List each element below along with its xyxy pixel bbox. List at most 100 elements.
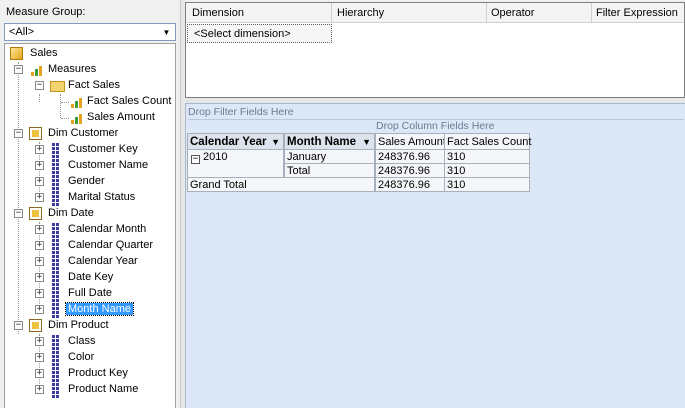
data-cell: 310: [444, 177, 530, 192]
tree-node-customer-name[interactable]: + Customer Name: [5, 158, 175, 174]
row-field-calendar-year[interactable]: Calendar Year ▼: [187, 133, 284, 150]
filter-grid: Dimension Hierarchy Operator Filter Expr…: [185, 2, 685, 98]
collapse-icon[interactable]: −: [35, 81, 44, 90]
tree-node-calendar-month[interactable]: + Calendar Month: [5, 222, 175, 238]
collapse-icon[interactable]: −: [191, 155, 200, 164]
tree-label: Gender: [68, 175, 105, 187]
row-member-label: 2010: [203, 151, 228, 163]
tree-node-full-date[interactable]: + Full Date: [5, 286, 175, 302]
tree-node-class[interactable]: + Class: [5, 334, 175, 350]
tree-node-date-key[interactable]: + Date Key: [5, 270, 175, 286]
metadata-tree: Sales − Measures − Fact Sales Fact Sales…: [4, 43, 176, 408]
bar-chart-icon: [69, 110, 85, 126]
expand-icon[interactable]: +: [35, 145, 44, 154]
row-field-month-name[interactable]: Month Name ▼: [284, 133, 375, 150]
expand-icon[interactable]: +: [35, 225, 44, 234]
chevron-down-icon[interactable]: ▼: [159, 25, 174, 39]
tree-node-marital-status[interactable]: + Marital Status: [5, 190, 175, 206]
tree-node-month-name[interactable]: + Month Name: [5, 302, 175, 318]
attribute-hierarchy-icon: [50, 174, 66, 190]
tree-label: Calendar Month: [68, 223, 147, 235]
metadata-pane: Measure Group: <All> ▼ Sales − Measures: [0, 0, 180, 408]
collapse-icon[interactable]: −: [14, 321, 23, 330]
column-header-operator[interactable]: Operator: [491, 7, 534, 19]
tree-node-calendar-year[interactable]: + Calendar Year: [5, 254, 175, 270]
dimension-icon: [29, 319, 42, 332]
expand-icon[interactable]: +: [35, 241, 44, 250]
bar-chart-icon: [69, 94, 85, 110]
expand-icon[interactable]: +: [35, 273, 44, 282]
measure-header-sales-amount[interactable]: Sales Amount: [375, 133, 446, 150]
select-dimension-text: <Select dimension>: [194, 28, 291, 40]
tree-node-calendar-quarter[interactable]: + Calendar Quarter: [5, 238, 175, 254]
row-field-label: Calendar Year: [190, 136, 267, 148]
expand-icon[interactable]: +: [35, 193, 44, 202]
folder-icon: [50, 81, 65, 92]
tree-node-sales-amount[interactable]: Sales Amount: [5, 110, 175, 126]
expand-icon[interactable]: +: [35, 257, 44, 266]
tree-label: Sales Amount: [87, 111, 155, 123]
collapse-icon[interactable]: −: [14, 209, 23, 218]
tree-node-color[interactable]: + Color: [5, 350, 175, 366]
attribute-hierarchy-icon: [50, 222, 66, 238]
attribute-hierarchy-icon: [50, 158, 66, 174]
filter-grid-header: Dimension Hierarchy Operator Filter Expr…: [186, 3, 684, 23]
dimension-icon: [29, 207, 42, 220]
tree-node-measures[interactable]: − Measures: [5, 62, 165, 78]
tree-label: Measures: [48, 63, 97, 75]
measure-header-fact-sales-count[interactable]: Fact Sales Count: [444, 133, 531, 150]
measure-group-value: <All>: [9, 26, 35, 38]
data-cell: 310: [444, 163, 530, 178]
tree-label: Calendar Quarter: [68, 239, 153, 251]
tree-node-dim-date[interactable]: − Dim Date: [5, 206, 165, 222]
tree-label: Dim Customer: [48, 127, 119, 139]
dropdown-arrow-icon[interactable]: ▼: [362, 134, 371, 150]
collapse-icon[interactable]: −: [14, 129, 23, 138]
expand-icon[interactable]: +: [35, 337, 44, 346]
attribute-hierarchy-icon: [50, 254, 66, 270]
tree-node-customer-key[interactable]: + Customer Key: [5, 142, 175, 158]
tree-node-product-name[interactable]: + Product Name: [5, 382, 175, 398]
data-cell: 248376.96: [375, 149, 445, 164]
collapse-icon[interactable]: −: [14, 65, 23, 74]
column-header-dimension[interactable]: Dimension: [192, 7, 244, 19]
select-dimension-cell[interactable]: <Select dimension>: [187, 24, 332, 43]
row-member-january[interactable]: January: [284, 149, 375, 164]
tree-label: Marital Status: [68, 191, 136, 203]
expand-icon[interactable]: +: [35, 385, 44, 394]
tree-label: Product Name: [68, 383, 139, 395]
column-header-hierarchy[interactable]: Hierarchy: [337, 7, 384, 19]
expand-icon[interactable]: +: [35, 289, 44, 298]
attribute-hierarchy-icon: [50, 350, 66, 366]
drop-filter-zone[interactable]: Drop Filter Fields Here: [188, 106, 684, 120]
tree-label-selected: Month Name: [65, 302, 134, 316]
expand-icon[interactable]: +: [35, 305, 44, 314]
expand-icon[interactable]: +: [35, 369, 44, 378]
tree-node-dim-product[interactable]: − Dim Product: [5, 318, 165, 334]
dropdown-arrow-icon[interactable]: ▼: [271, 134, 280, 150]
tree-node-product-key[interactable]: + Product Key: [5, 366, 175, 382]
dimension-icon: [29, 127, 42, 140]
tree-label: Sales: [30, 47, 58, 59]
tree-node-dim-customer[interactable]: − Dim Customer: [5, 126, 165, 142]
tree-label: Full Date: [68, 287, 113, 299]
bar-chart-icon: [29, 62, 45, 78]
pivot-table-area[interactable]: Drop Filter Fields Here Drop Column Fiel…: [185, 103, 685, 408]
tree-label: Calendar Year: [68, 255, 138, 267]
tree-node-fact-sales[interactable]: − Fact Sales: [5, 78, 165, 94]
column-header-filter-expression[interactable]: Filter Expression: [596, 7, 678, 19]
grand-total-label: Grand Total: [187, 177, 375, 192]
expand-icon[interactable]: +: [35, 353, 44, 362]
drop-column-zone[interactable]: Drop Column Fields Here: [376, 120, 494, 132]
tree-node-sales[interactable]: Sales: [9, 46, 129, 62]
row-member-2010[interactable]: −2010: [187, 149, 284, 178]
tree-node-fact-sales-count[interactable]: Fact Sales Count: [5, 94, 175, 110]
tree-label: Product Key: [68, 367, 128, 379]
attribute-hierarchy-icon: [50, 270, 66, 286]
tree-node-gender[interactable]: + Gender: [5, 174, 175, 190]
tree-label: Dim Date: [48, 207, 94, 219]
measure-group-dropdown[interactable]: <All> ▼: [4, 23, 176, 41]
expand-icon[interactable]: +: [35, 161, 44, 170]
expand-icon[interactable]: +: [35, 177, 44, 186]
data-cell: 248376.96: [375, 177, 445, 192]
